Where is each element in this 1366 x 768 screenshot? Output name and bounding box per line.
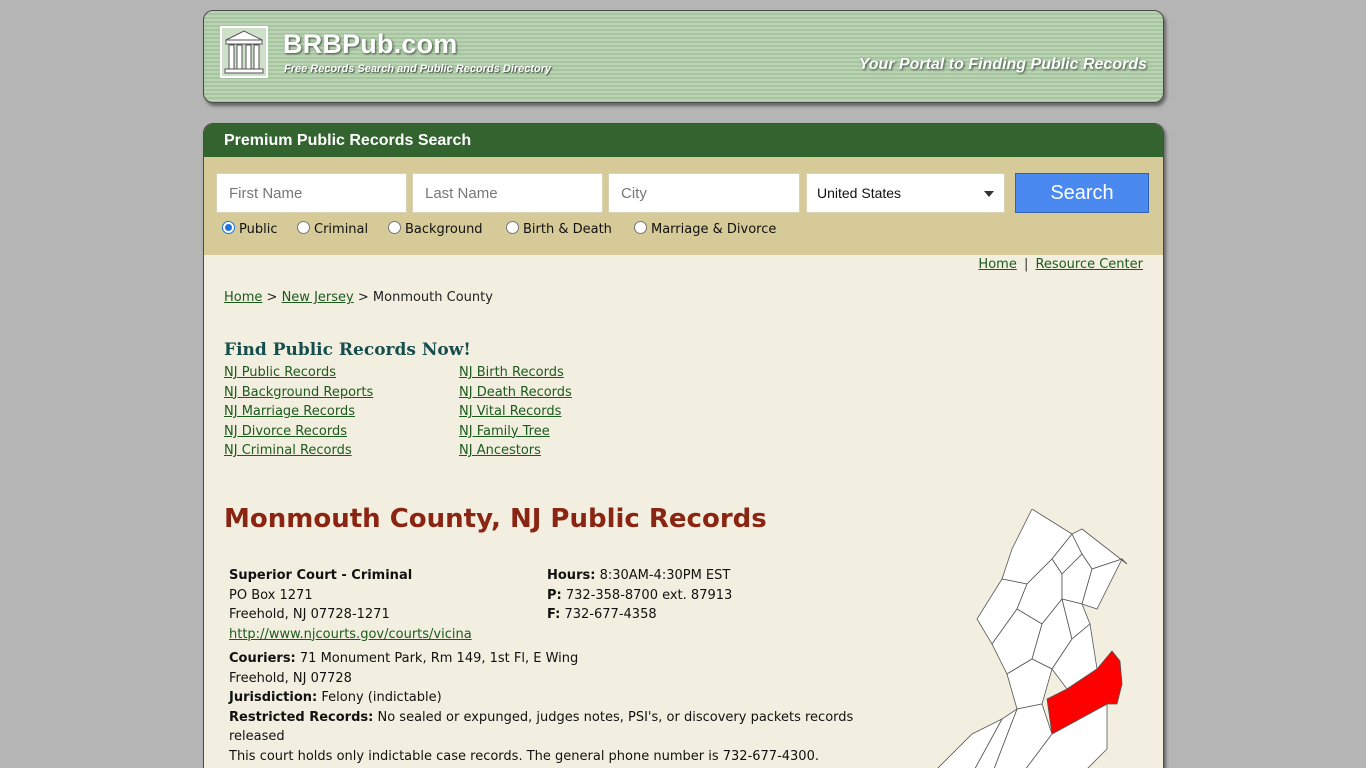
top-links: Home | Resource Center [978,257,1143,272]
home-link[interactable]: Home [978,257,1016,272]
radio-public[interactable]: Public [222,221,277,237]
breadcrumb-sep: > [357,290,369,305]
nj-background-reports-link[interactable]: NJ Background Reports [224,385,373,400]
search-form: First Name Last Name City United States … [204,157,1163,255]
court-details-block: Couriers: 71 Monument Park, Rm 149, 1st … [229,649,889,766]
court-address-block: Superior Court - Criminal PO Box 1271 Fr… [229,566,472,644]
tagline: Your Portal to Finding Public Records [858,56,1147,73]
nj-birth-records-link[interactable]: NJ Birth Records [459,365,564,380]
radio-icon[interactable] [297,221,310,234]
fax-value: 732-677-4358 [564,607,657,622]
radio-background[interactable]: Background [388,221,483,237]
nj-ancestors-link[interactable]: NJ Ancestors [459,443,541,458]
jurisdiction-label: Jurisdiction: [229,690,318,705]
restricted-value: No sealed or expunged, judges notes, PSI… [377,709,854,725]
find-records-heading: Find Public Records Now! [224,340,471,360]
site-name[interactable]: BRBPub.com [283,29,458,60]
address-line-1: PO Box 1271 [229,587,313,603]
hours-value: 8:30AM-4:30PM EST [599,568,731,583]
hours-label: Hours: [547,568,596,583]
jurisdiction-value: Felony (indictable) [321,690,442,705]
link-separator: | [1023,257,1029,272]
radio-birth-death[interactable]: Birth & Death [506,221,612,237]
country-select[interactable]: United States [806,173,1005,213]
radio-selected-icon[interactable] [222,221,235,234]
office-name: Superior Court - Criminal [229,568,413,583]
phone-label: P: [547,587,562,603]
courthouse-logo-icon[interactable] [220,26,268,78]
page-title: Monmouth County, NJ Public Records [224,504,767,534]
nj-criminal-records-link[interactable]: NJ Criminal Records [224,443,352,458]
radio-icon[interactable] [634,221,647,234]
breadcrumb-sep: > [266,290,278,305]
site-header: BRBPub.com Free Records Search and Publi… [203,10,1164,103]
breadcrumb-state[interactable]: New Jersey [282,290,354,305]
restricted-label: Restricted Records: [229,709,374,725]
search-panel-title: Premium Public Records Search [204,124,1163,157]
records-links-col1: NJ Public Records NJ Background Reports … [224,363,373,461]
couriers-line-2: Freehold, NJ 07728 [229,670,352,686]
city-input[interactable]: City [608,173,800,213]
couriers-label: Couriers: [229,651,296,666]
phone-value: 732-358-8700 ext. 87913 [565,587,733,603]
nj-death-records-link[interactable]: NJ Death Records [459,385,572,400]
radio-icon[interactable] [388,221,401,234]
main-panel: Premium Public Records Search First Name… [203,123,1164,768]
last-name-input[interactable]: Last Name [412,173,603,213]
radio-criminal[interactable]: Criminal [297,221,368,237]
nj-marriage-records-link[interactable]: NJ Marriage Records [224,404,355,419]
couriers-value: 71 Monument Park, Rm 149, 1st Fl, E Wing [299,651,579,666]
breadcrumb: Home > New Jersey > Monmouth County [224,290,493,305]
fax-label: F: [547,607,561,622]
nj-county-map[interactable] [932,509,1132,768]
breadcrumb-home[interactable]: Home [224,290,262,305]
first-name-input[interactable]: First Name [216,173,407,213]
radio-icon[interactable] [506,221,519,234]
nj-divorce-records-link[interactable]: NJ Divorce Records [224,424,347,439]
court-website-link[interactable]: http://www.njcourts.gov/courts/vicina [229,627,472,642]
address-line-2: Freehold, NJ 07728-1271 [229,607,390,622]
court-contact-block: Hours: 8:30AM-4:30PM EST P: 732-358-8700… [547,566,732,625]
country-select-value: United States [817,185,902,201]
nj-vital-records-link[interactable]: NJ Vital Records [459,404,561,419]
radio-marriage-divorce[interactable]: Marriage & Divorce [634,221,776,237]
records-links-col2: NJ Birth Records NJ Death Records NJ Vit… [459,363,572,461]
restricted-line-2: released [229,729,285,744]
resource-center-link[interactable]: Resource Center [1035,257,1143,272]
nj-public-records-link[interactable]: NJ Public Records [224,365,336,380]
search-button[interactable]: Search [1015,173,1149,213]
site-subtitle: Free Records Search and Public Records D… [284,63,552,75]
chevron-down-icon [984,191,994,197]
court-note: This court holds only indictable case re… [229,748,819,764]
breadcrumb-current: Monmouth County [372,290,493,305]
nj-family-tree-link[interactable]: NJ Family Tree [459,424,550,439]
